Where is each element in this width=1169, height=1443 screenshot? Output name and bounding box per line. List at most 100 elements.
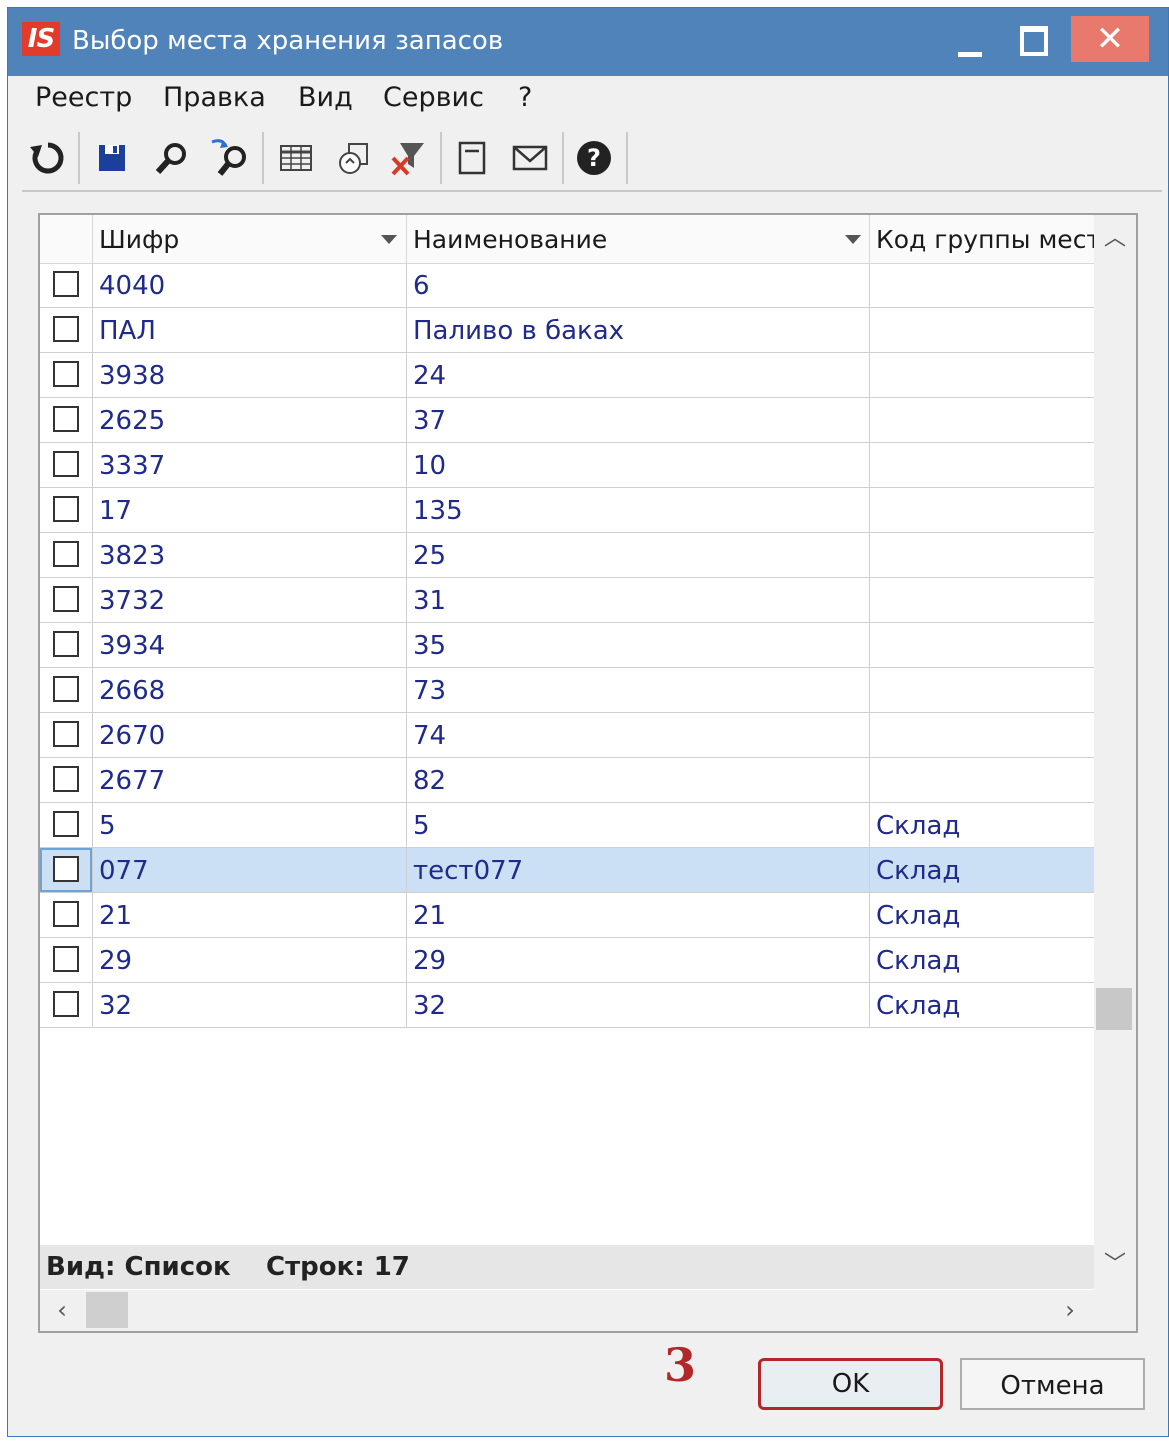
horizontal-scroll-thumb[interactable] — [86, 1292, 128, 1328]
column-header-name[interactable]: Наименование — [406, 215, 869, 263]
table-row[interactable]: 2670 74 — [40, 713, 1094, 758]
find-next-icon[interactable] — [208, 136, 252, 180]
save-icon[interactable] — [90, 136, 134, 180]
scroll-down-icon[interactable]: ﹀ — [1094, 1245, 1136, 1285]
title-bar[interactable]: IS Выбор места хранения запасов ✕ — [8, 8, 1168, 76]
window-title: Выбор места хранения запасов — [72, 26, 504, 56]
row-select-cell[interactable] — [40, 758, 92, 802]
row-checkbox[interactable] — [53, 586, 79, 612]
row-checkbox[interactable] — [53, 271, 79, 297]
row-select-cell[interactable] — [40, 308, 92, 352]
row-checkbox[interactable] — [53, 361, 79, 387]
table-row[interactable]: 17 135 — [40, 488, 1094, 533]
vertical-scroll-thumb[interactable] — [1096, 988, 1132, 1030]
row-select-cell[interactable] — [40, 893, 92, 937]
row-checkbox[interactable] — [53, 451, 79, 477]
table-row[interactable]: 077 тест077 Склад — [40, 848, 1094, 893]
refresh-icon[interactable] — [26, 136, 70, 180]
column-header-code[interactable]: Шифр — [92, 215, 406, 263]
dialog-window: IS Выбор места хранения запасов ✕ Реестр… — [7, 7, 1169, 1437]
table-row[interactable]: 2677 82 — [40, 758, 1094, 803]
form-icon[interactable] — [450, 136, 494, 180]
row-checkbox[interactable] — [53, 316, 79, 342]
table-row[interactable]: ПАЛ Паливо в баках — [40, 308, 1094, 353]
cell-code: 21 — [92, 893, 406, 937]
table-row[interactable]: 3732 31 — [40, 578, 1094, 623]
table-row[interactable]: 5 5 Склад — [40, 803, 1094, 848]
row-select-cell[interactable] — [40, 488, 92, 532]
menu-help[interactable]: ? — [518, 82, 532, 113]
table-row[interactable]: 29 29 Склад — [40, 938, 1094, 983]
scroll-left-icon[interactable]: ‹ — [42, 1290, 82, 1331]
row-checkbox[interactable] — [53, 901, 79, 927]
table-row[interactable]: 3823 25 — [40, 533, 1094, 578]
row-select-cell[interactable] — [40, 578, 92, 622]
row-select-cell[interactable] — [40, 398, 92, 442]
cell-group-code: Склад — [869, 848, 1094, 892]
row-checkbox[interactable] — [53, 676, 79, 702]
row-select-cell[interactable] — [40, 983, 92, 1027]
row-select-cell[interactable] — [40, 668, 92, 712]
row-select-cell[interactable] — [40, 533, 92, 577]
maximize-button[interactable] — [1006, 16, 1060, 62]
row-checkbox[interactable] — [53, 766, 79, 792]
cell-code: 3823 — [92, 533, 406, 577]
search-icon[interactable] — [150, 136, 194, 180]
cell-code: 2670 — [92, 713, 406, 757]
cell-name: 35 — [406, 623, 869, 667]
row-select-cell[interactable] — [40, 263, 92, 307]
column-header-group-code[interactable]: Код группы места — [869, 215, 1094, 263]
row-select-cell[interactable] — [40, 353, 92, 397]
menu-service[interactable]: Сервис — [383, 82, 484, 113]
row-select-cell[interactable] — [40, 938, 92, 982]
menu-edit[interactable]: Правка — [163, 82, 266, 113]
cell-name: 74 — [406, 713, 869, 757]
row-checkbox[interactable] — [53, 811, 79, 837]
cell-name: 25 — [406, 533, 869, 577]
table-row[interactable]: 21 21 Склад — [40, 893, 1094, 938]
table-row[interactable]: 2625 37 — [40, 398, 1094, 443]
row-checkbox[interactable] — [53, 631, 79, 657]
vertical-scrollbar[interactable]: ︿ ﹀ — [1094, 215, 1136, 1290]
row-checkbox[interactable] — [53, 856, 79, 882]
clear-filter-icon[interactable] — [386, 136, 430, 180]
row-select-cell[interactable] — [40, 713, 92, 757]
row-checkbox[interactable] — [53, 496, 79, 522]
app-logo-icon: IS — [22, 22, 60, 56]
row-select-cell[interactable] — [40, 623, 92, 667]
cell-name: 21 — [406, 893, 869, 937]
table-row[interactable]: 3934 35 — [40, 623, 1094, 668]
table-row[interactable]: 3938 24 — [40, 353, 1094, 398]
help-icon[interactable]: ? — [572, 136, 616, 180]
minimize-button[interactable] — [938, 16, 998, 62]
row-select-cell[interactable] — [40, 848, 92, 892]
row-select-cell[interactable] — [40, 443, 92, 487]
table-row[interactable]: 32 32 Склад — [40, 983, 1094, 1028]
horizontal-scrollbar[interactable]: ‹ › — [40, 1290, 1136, 1331]
table-row[interactable]: 3337 10 — [40, 443, 1094, 488]
table-icon[interactable] — [274, 136, 318, 180]
column-filter-icon — [381, 235, 397, 244]
mail-icon[interactable] — [508, 136, 552, 180]
ok-button[interactable]: OK — [758, 1358, 943, 1410]
menu-view[interactable]: Вид — [298, 82, 353, 113]
row-checkbox[interactable] — [53, 946, 79, 972]
table-row[interactable]: 2668 73 — [40, 668, 1094, 713]
menu-registry[interactable]: Реестр — [35, 82, 132, 113]
cell-group-code — [869, 623, 1094, 667]
scroll-up-icon[interactable]: ︿ — [1094, 219, 1136, 259]
table-body: 4040 6 ПАЛ Паливо в баках 3938 24 2625 37 3337 10… — [40, 263, 1094, 1028]
cancel-button[interactable]: Отмена — [960, 1358, 1145, 1410]
scroll-right-icon[interactable]: › — [1050, 1290, 1090, 1331]
copy-icon[interactable] — [332, 136, 376, 180]
row-checkbox[interactable] — [53, 991, 79, 1017]
cell-group-code — [869, 578, 1094, 622]
cell-name: 10 — [406, 443, 869, 487]
cell-code: 2668 — [92, 668, 406, 712]
table-row[interactable]: 4040 6 — [40, 263, 1094, 308]
row-select-cell[interactable] — [40, 803, 92, 847]
close-button[interactable]: ✕ — [1071, 16, 1149, 62]
row-checkbox[interactable] — [53, 721, 79, 747]
row-checkbox[interactable] — [53, 541, 79, 567]
row-checkbox[interactable] — [53, 406, 79, 432]
